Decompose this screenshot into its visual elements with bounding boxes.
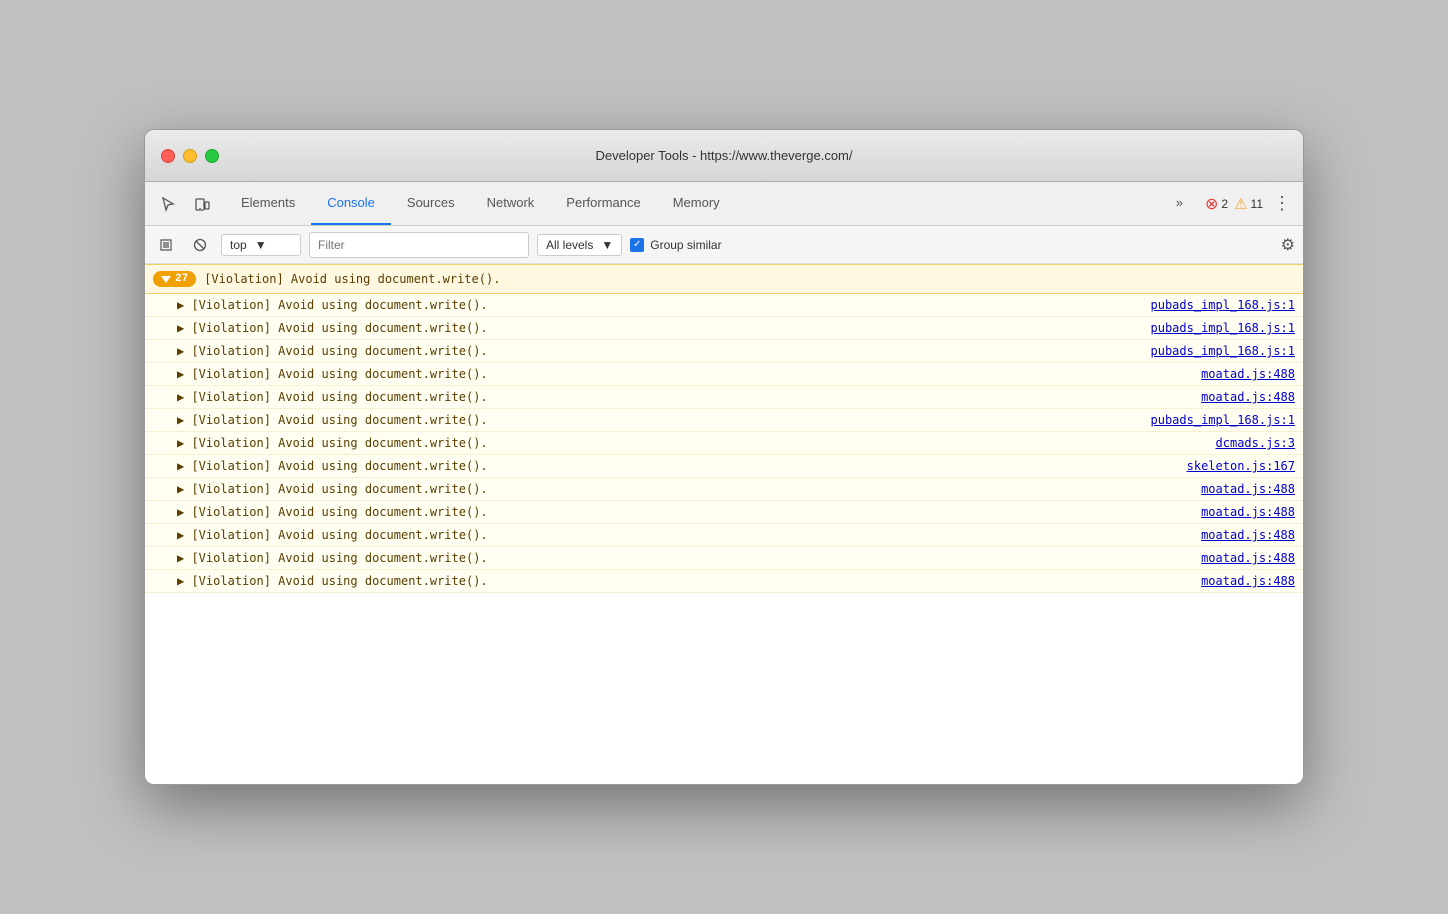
block-icon — [193, 238, 207, 252]
table-row: ▶ [Violation] Avoid using document.write… — [145, 455, 1303, 478]
row-source-link[interactable]: pubads_impl_168.js:1 — [1151, 413, 1296, 427]
console-content: 27 [Violation] Avoid using document.writ… — [145, 264, 1303, 784]
row-source-link[interactable]: pubads_impl_168.js:1 — [1151, 298, 1296, 312]
violation-count: 27 — [175, 273, 188, 285]
error-badge: ⊗ 2 — [1205, 194, 1228, 214]
row-source-link[interactable]: moatad.js:488 — [1201, 574, 1295, 588]
row-source-link[interactable]: pubads_impl_168.js:1 — [1151, 321, 1296, 335]
console-rows-container: ▶ [Violation] Avoid using document.write… — [145, 294, 1303, 593]
row-source-link[interactable]: moatad.js:488 — [1201, 390, 1295, 404]
block-icon-button[interactable] — [187, 232, 213, 258]
row-source-link[interactable]: dcmads.js:3 — [1216, 436, 1295, 450]
row-source-link[interactable]: moatad.js:488 — [1201, 482, 1295, 496]
tab-sources[interactable]: Sources — [391, 182, 471, 225]
table-row: ▶ [Violation] Avoid using document.write… — [145, 363, 1303, 386]
settings-dots-button[interactable]: ⋮ — [1269, 189, 1295, 218]
tabs-container: Elements Console Sources Network Perform… — [225, 182, 1152, 225]
row-source-link[interactable]: skeleton.js:167 — [1187, 459, 1295, 473]
tab-elements[interactable]: Elements — [225, 182, 311, 225]
table-row: ▶ [Violation] Avoid using document.write… — [145, 317, 1303, 340]
tab-console[interactable]: Console — [311, 182, 391, 225]
console-toolbar: top ▼ All levels ▼ ✓ Group similar ⚙ — [145, 226, 1303, 264]
tabbar-left-controls — [153, 182, 217, 225]
warning-count: 11 — [1251, 197, 1263, 211]
warning-badge: ⚠ 11 — [1234, 195, 1263, 213]
row-source-link[interactable]: pubads_impl_168.js:1 — [1151, 344, 1296, 358]
close-button[interactable] — [161, 149, 175, 163]
table-row: ▶ [Violation] Avoid using document.write… — [145, 501, 1303, 524]
table-row: ▶ [Violation] Avoid using document.write… — [145, 409, 1303, 432]
console-settings-button[interactable]: ⚙ — [1281, 235, 1295, 255]
violation-count-badge: 27 — [153, 271, 196, 287]
table-row: ▶ [Violation] Avoid using document.write… — [145, 340, 1303, 363]
violation-header-text: [Violation] Avoid using document.write()… — [204, 272, 500, 286]
tabbar-right-controls: » ⊗ 2 ⚠ 11 ⋮ — [1160, 182, 1295, 225]
row-message: ▶ [Violation] Avoid using document.write… — [177, 482, 1201, 496]
error-icon: ⊗ — [1205, 194, 1218, 214]
titlebar: Developer Tools - https://www.theverge.c… — [145, 130, 1303, 182]
filter-input[interactable] — [309, 232, 529, 258]
maximize-button[interactable] — [205, 149, 219, 163]
group-similar-checkbox[interactable]: ✓ — [630, 238, 644, 252]
level-selector[interactable]: All levels ▼ — [537, 234, 622, 256]
table-row: ▶ [Violation] Avoid using document.write… — [145, 294, 1303, 317]
context-selector[interactable]: top ▼ — [221, 234, 301, 256]
table-row: ▶ [Violation] Avoid using document.write… — [145, 524, 1303, 547]
tab-network[interactable]: Network — [471, 182, 551, 225]
row-message: ▶ [Violation] Avoid using document.write… — [177, 367, 1201, 381]
devtools-window: Developer Tools - https://www.theverge.c… — [144, 129, 1304, 785]
device-icon — [194, 196, 210, 212]
table-row: ▶ [Violation] Avoid using document.write… — [145, 432, 1303, 455]
warning-icon: ⚠ — [1234, 195, 1247, 213]
row-message: ▶ [Violation] Avoid using document.write… — [177, 528, 1201, 542]
row-message: ▶ [Violation] Avoid using document.write… — [177, 459, 1187, 473]
row-message: ▶ [Violation] Avoid using document.write… — [177, 413, 1151, 427]
table-row: ▶ [Violation] Avoid using document.write… — [145, 570, 1303, 593]
group-similar-label: Group similar — [650, 238, 721, 252]
error-count: 2 — [1221, 197, 1228, 211]
chevron-down-icon: ▼ — [255, 238, 267, 252]
row-message: ▶ [Violation] Avoid using document.write… — [177, 505, 1201, 519]
row-message: ▶ [Violation] Avoid using document.write… — [177, 344, 1151, 358]
table-row: ▶ [Violation] Avoid using document.write… — [145, 386, 1303, 409]
more-tabs-button[interactable]: » — [1160, 195, 1199, 212]
level-chevron-icon: ▼ — [601, 238, 613, 252]
group-similar-container: ✓ Group similar — [630, 238, 1272, 252]
tab-memory[interactable]: Memory — [657, 182, 736, 225]
tabbar: Elements Console Sources Network Perform… — [145, 182, 1303, 226]
tab-performance[interactable]: Performance — [550, 182, 656, 225]
row-message: ▶ [Violation] Avoid using document.write… — [177, 298, 1151, 312]
row-source-link[interactable]: moatad.js:488 — [1201, 505, 1295, 519]
traffic-lights — [161, 149, 219, 163]
row-source-link[interactable]: moatad.js:488 — [1201, 367, 1295, 381]
row-message: ▶ [Violation] Avoid using document.write… — [177, 551, 1201, 565]
table-row: ▶ [Violation] Avoid using document.write… — [145, 478, 1303, 501]
play-icon — [159, 238, 173, 252]
clear-console-button[interactable] — [153, 232, 179, 258]
violation-group-header[interactable]: 27 [Violation] Avoid using document.writ… — [145, 264, 1303, 294]
cursor-icon — [160, 196, 176, 212]
row-source-link[interactable]: moatad.js:488 — [1201, 528, 1295, 542]
table-row: ▶ [Violation] Avoid using document.write… — [145, 547, 1303, 570]
row-source-link[interactable]: moatad.js:488 — [1201, 551, 1295, 565]
minimize-button[interactable] — [183, 149, 197, 163]
window-title: Developer Tools - https://www.theverge.c… — [596, 148, 853, 163]
row-message: ▶ [Violation] Avoid using document.write… — [177, 574, 1201, 588]
device-mode-button[interactable] — [187, 189, 217, 219]
row-message: ▶ [Violation] Avoid using document.write… — [177, 321, 1151, 335]
row-message: ▶ [Violation] Avoid using document.write… — [177, 390, 1201, 404]
inspect-element-button[interactable] — [153, 189, 183, 219]
row-message: ▶ [Violation] Avoid using document.write… — [177, 436, 1216, 450]
expand-icon — [161, 276, 171, 283]
